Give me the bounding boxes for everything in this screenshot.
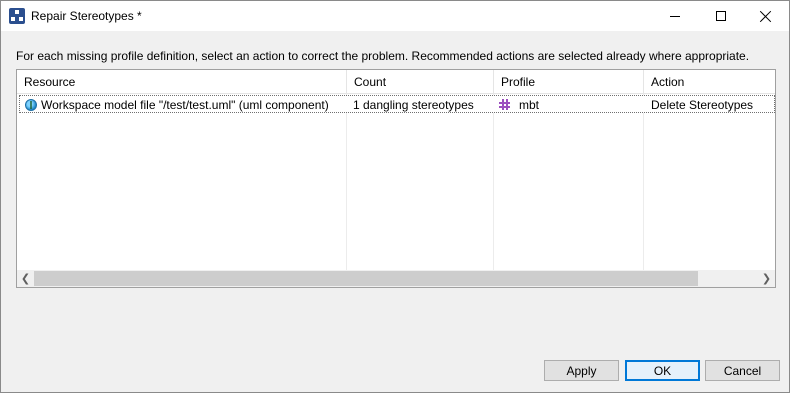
resource-cell: Workspace model file "/test/test.uml" (u… [41, 98, 329, 112]
minimize-icon [670, 15, 680, 17]
close-button[interactable] [743, 1, 789, 31]
profile-cell: mbt [519, 98, 540, 112]
window-title: Repair Stereotypes * [31, 9, 142, 23]
column-divider [643, 94, 644, 270]
ok-button[interactable]: OK [625, 360, 700, 381]
column-header-action[interactable]: Action [644, 70, 775, 94]
maximize-icon [716, 11, 726, 21]
repair-stereotypes-dialog: Repair Stereotypes * For each missing pr… [0, 0, 790, 393]
profile-icon [499, 99, 510, 110]
stereotypes-table[interactable]: Resource Count Profile Action Workspace … [16, 69, 776, 288]
close-icon [760, 10, 772, 22]
instruction-text: For each missing profile definition, sel… [16, 49, 750, 63]
globe-icon [25, 99, 37, 111]
title-bar: Repair Stereotypes * [1, 1, 789, 31]
chevron-right-icon[interactable]: ❯ [758, 270, 775, 287]
column-header-profile[interactable]: Profile [494, 70, 644, 94]
app-icon [9, 8, 25, 24]
count-cell: 1 dangling stereotypes [353, 98, 474, 112]
cancel-button[interactable]: Cancel [705, 360, 780, 381]
column-header-resource[interactable]: Resource [17, 70, 347, 94]
scrollbar-thumb[interactable] [34, 271, 698, 286]
action-cell[interactable]: Delete Stereotypes [651, 97, 773, 113]
minimize-button[interactable] [652, 1, 698, 31]
maximize-button[interactable] [698, 1, 744, 31]
column-divider [493, 94, 494, 270]
apply-button[interactable]: Apply [544, 360, 619, 381]
column-header-count[interactable]: Count [347, 70, 494, 94]
column-divider [346, 94, 347, 270]
horizontal-scrollbar[interactable]: ❮ ❯ [17, 270, 775, 287]
table-header: Resource Count Profile Action [17, 70, 775, 94]
table-row[interactable]: Workspace model file "/test/test.uml" (u… [19, 95, 775, 113]
chevron-left-icon[interactable]: ❮ [17, 270, 34, 287]
